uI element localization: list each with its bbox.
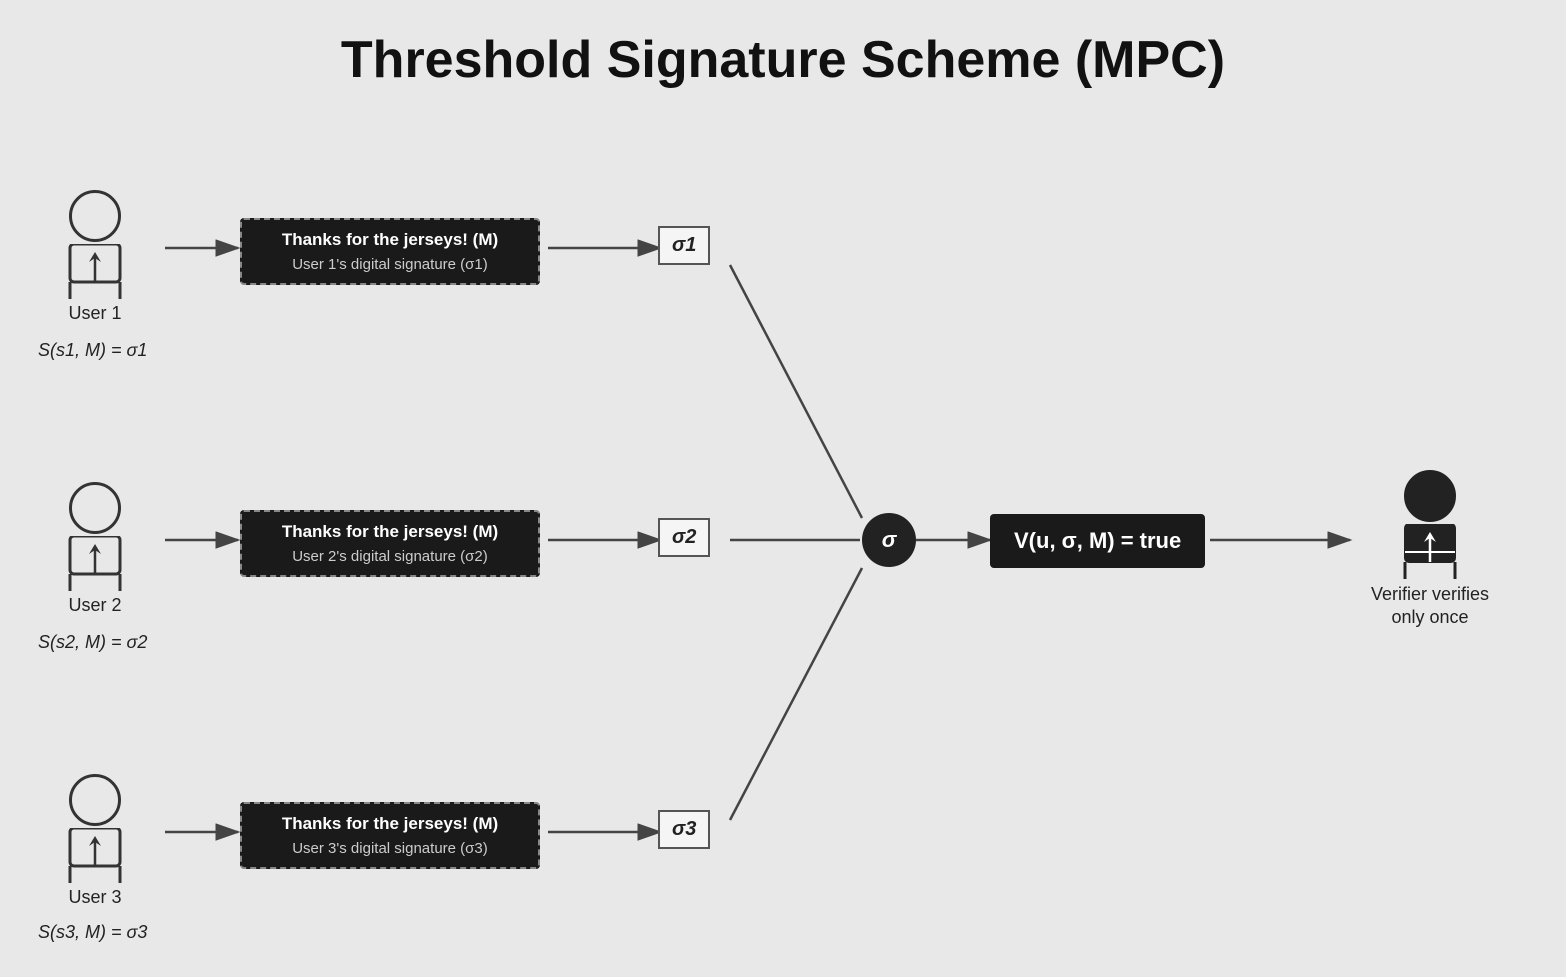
verifier-figure: Verifier verifiesonly once <box>1350 470 1510 630</box>
user3-msg-box: Thanks for the jerseys! (M) User 3's dig… <box>240 802 540 869</box>
user2-msg-title: Thanks for the jerseys! (M) <box>282 522 498 542</box>
user3-msg-title: Thanks for the jerseys! (M) <box>282 814 498 834</box>
sigma3-label: σ3 <box>658 810 710 849</box>
user1-formula: S(s1, M) = σ1 <box>38 340 147 361</box>
user3-head <box>69 774 121 826</box>
verifier-body <box>1395 524 1465 579</box>
user3-figure: User 3 <box>60 774 130 908</box>
user3-label: User 3 <box>68 887 121 908</box>
user2-figure: User 2 <box>60 482 130 616</box>
sigma1-label: σ1 <box>658 226 710 265</box>
verifier-head <box>1404 470 1456 522</box>
user2-body <box>60 536 130 591</box>
user1-figure: User 1 <box>60 190 130 324</box>
user2-msg-box: Thanks for the jerseys! (M) User 2's dig… <box>240 510 540 577</box>
user1-msg-title: Thanks for the jerseys! (M) <box>282 230 498 250</box>
user1-head <box>69 190 121 242</box>
user3-body <box>60 828 130 883</box>
user2-formula: S(s2, M) = σ2 <box>38 632 147 653</box>
user1-msg-box: Thanks for the jerseys! (M) User 1's dig… <box>240 218 540 285</box>
user2-label: User 2 <box>68 595 121 616</box>
page-title: Threshold Signature Scheme (MPC) <box>0 0 1566 110</box>
user3-msg-sub: User 3's digital signature (σ3) <box>292 840 488 857</box>
user1-label: User 1 <box>68 303 121 324</box>
verifier-label: Verifier verifiesonly once <box>1350 583 1510 630</box>
user1-msg-sub: User 1's digital signature (σ1) <box>292 256 488 273</box>
verify-box: V(u, σ, M) = true <box>990 514 1205 568</box>
user1-body <box>60 244 130 299</box>
sigma2-label: σ2 <box>658 518 710 557</box>
user3-formula: S(s3, M) = σ3 <box>38 922 147 943</box>
aggregation-circle: σ <box>862 513 916 567</box>
user2-head <box>69 482 121 534</box>
user2-msg-sub: User 2's digital signature (σ2) <box>292 548 488 565</box>
